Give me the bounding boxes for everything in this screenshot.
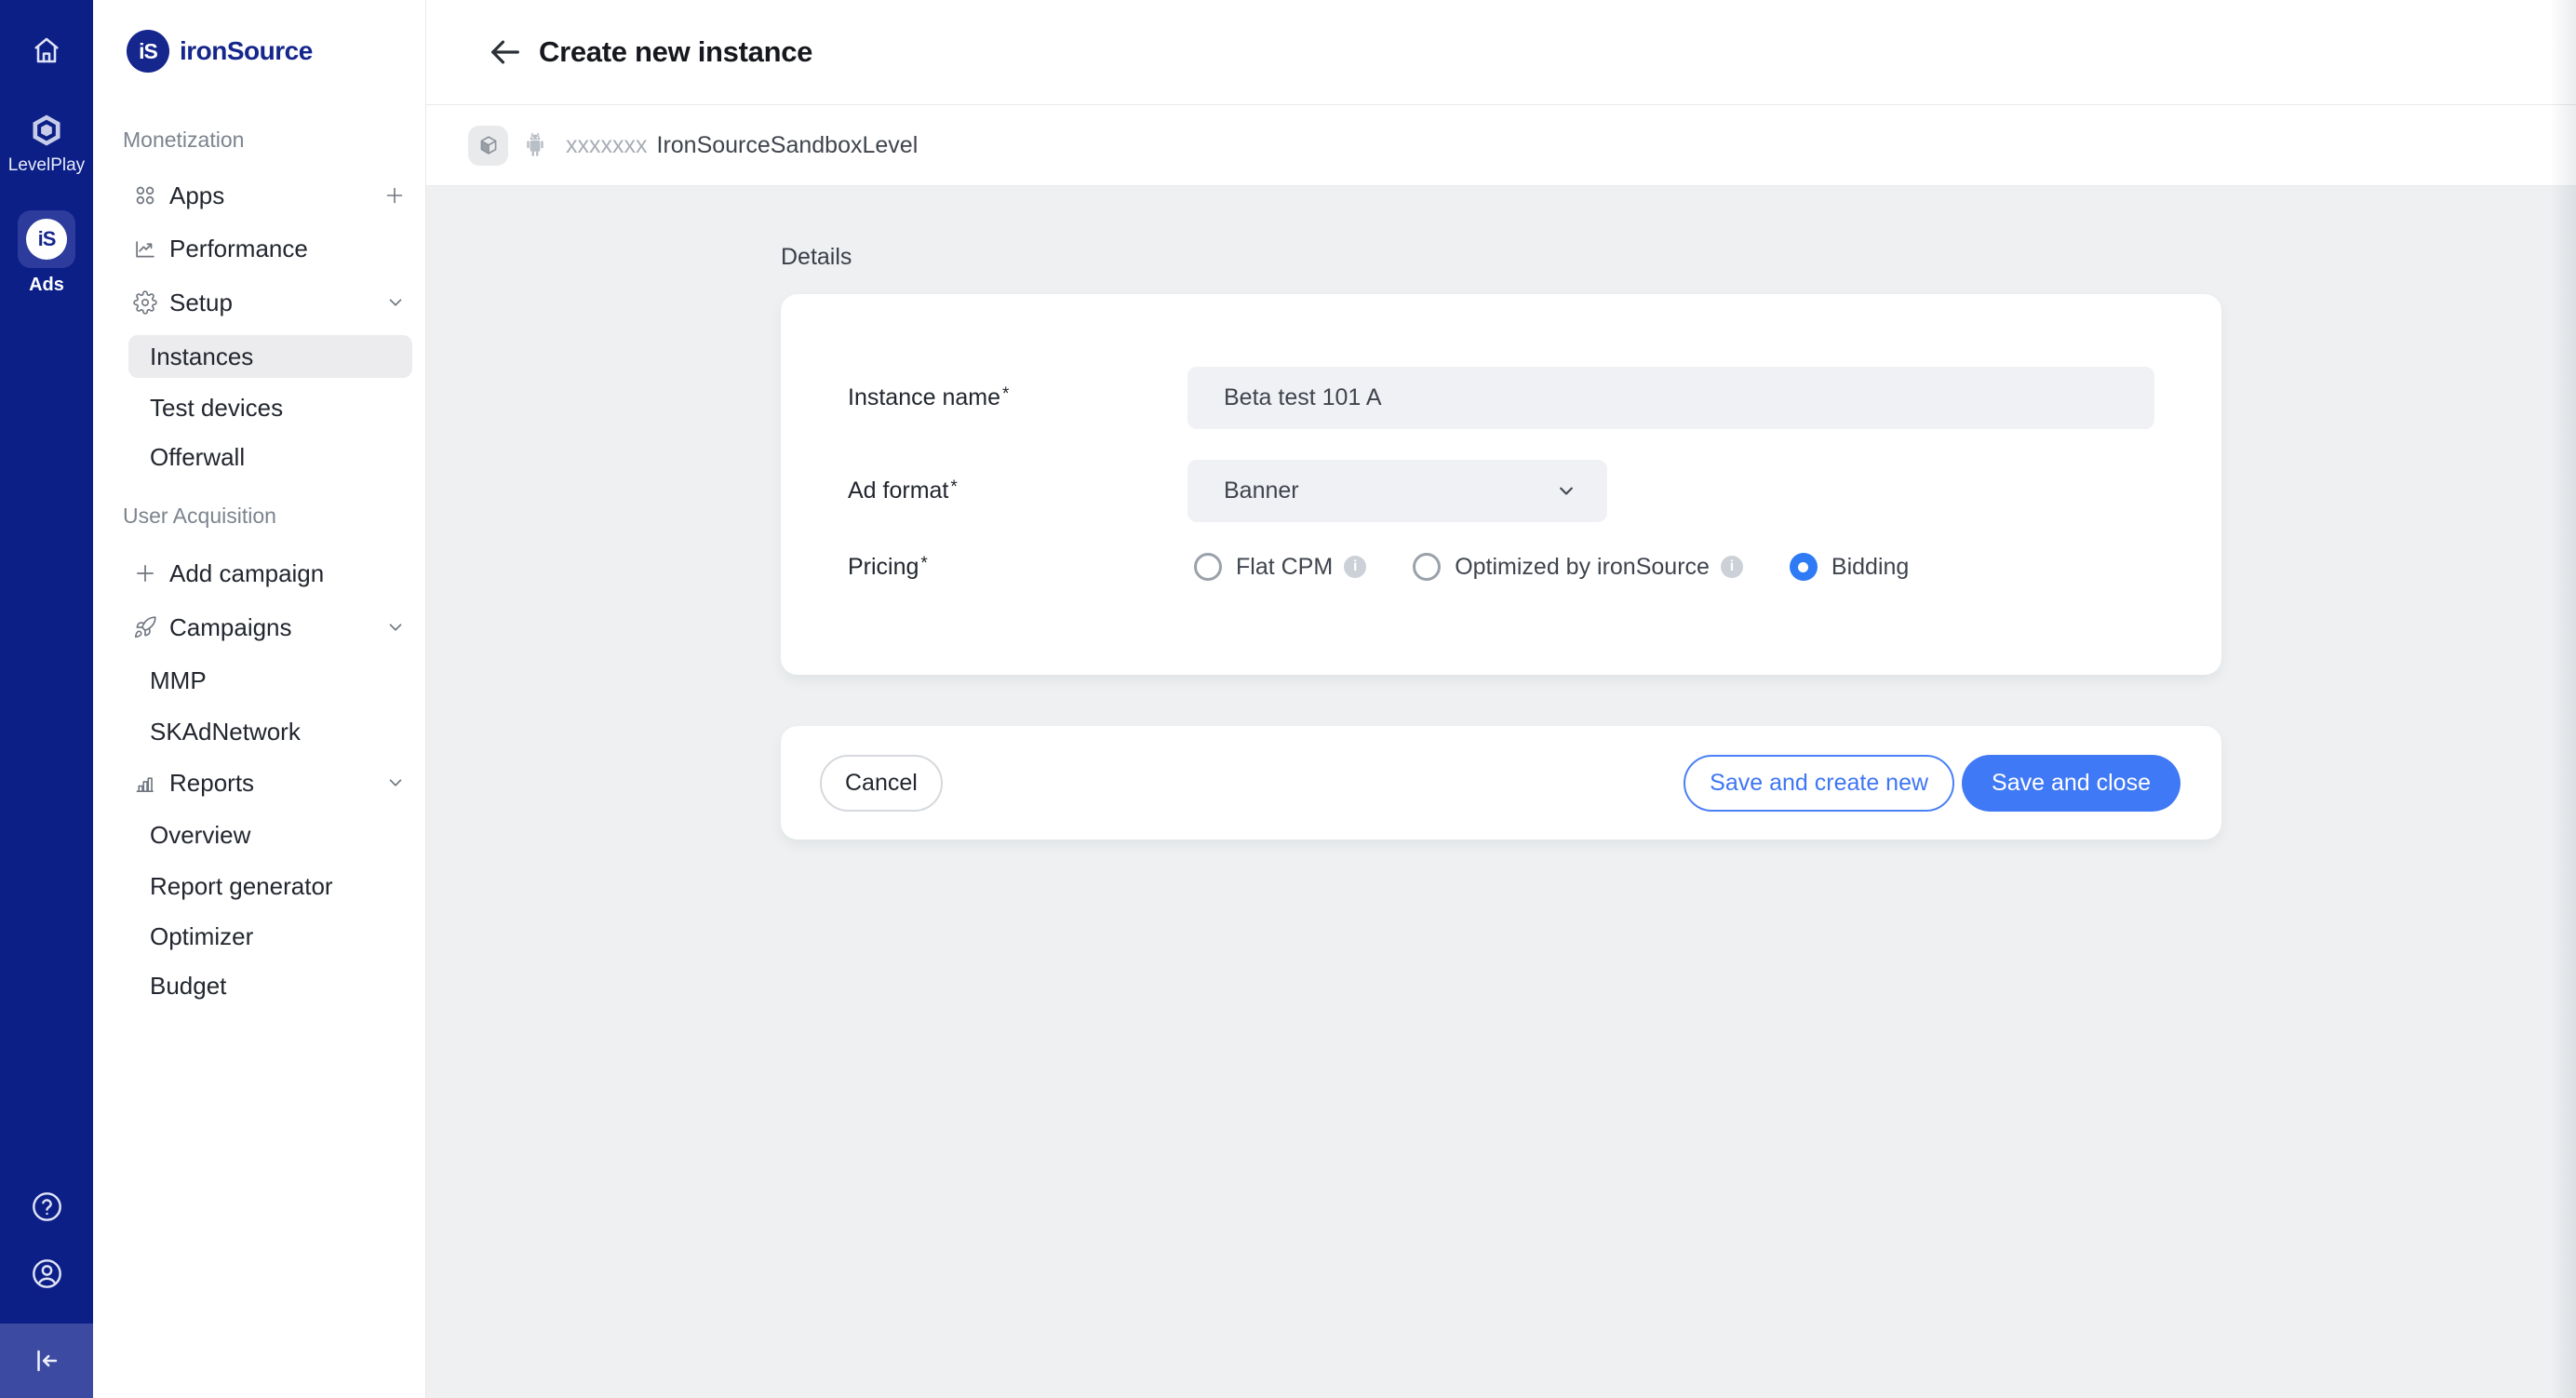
back-arrow-button[interactable] xyxy=(487,34,524,71)
ironsource-monogram-icon: iS xyxy=(26,219,67,260)
ad-format-select[interactable]: Banner xyxy=(1187,460,1607,522)
sidebar-item-performance[interactable]: Performance xyxy=(93,228,424,269)
sidebar-item-report-generator[interactable]: Report generator xyxy=(93,866,424,907)
page-title: Create new instance xyxy=(539,35,812,69)
sidebar-collapse-button[interactable] xyxy=(0,1324,93,1398)
sidebar-item-optimizer[interactable]: Optimizer xyxy=(93,916,424,957)
app-cube-badge xyxy=(468,126,508,166)
content-area: Details Instance name* Ad format* Banner… xyxy=(426,186,2576,840)
brand-wordmark: ironSource xyxy=(180,36,313,66)
radio-unselected-icon[interactable] xyxy=(1194,553,1222,581)
sidebar-item-reports[interactable]: Reports xyxy=(93,762,424,803)
performance-chart-icon xyxy=(133,236,157,261)
rail-levelplay-label: LevelPlay xyxy=(8,155,85,176)
ad-format-selected-value: Banner xyxy=(1224,477,1299,504)
sidebar-item-campaigns[interactable]: Campaigns xyxy=(93,607,424,648)
plus-icon xyxy=(133,561,157,585)
chevron-down-icon[interactable] xyxy=(385,292,406,313)
details-section-title: Details xyxy=(781,244,2576,271)
add-app-plus-icon[interactable] xyxy=(383,184,406,207)
details-card: Instance name* Ad format* Banner Pricing… xyxy=(781,294,2221,675)
chevron-down-icon[interactable] xyxy=(385,773,406,793)
levelplay-unity-icon xyxy=(28,112,65,149)
sidebar-item-skadnetwork[interactable]: SKAdNetwork xyxy=(93,711,424,752)
sidebar-item-instances[interactable]: Instances xyxy=(93,335,424,378)
save-and-close-button[interactable]: Save and close xyxy=(1962,755,2180,812)
sidebar-item-apps[interactable]: Apps xyxy=(93,175,424,216)
save-and-create-new-button[interactable]: Save and create new xyxy=(1684,755,1954,812)
info-icon[interactable]: i xyxy=(1344,556,1366,578)
pricing-option-flat-cpm[interactable]: Flat CPM i xyxy=(1194,553,1366,581)
app-name: IronSourceSandboxLevel xyxy=(657,132,919,159)
required-asterisk: * xyxy=(950,477,957,497)
chevron-down-icon[interactable] xyxy=(385,617,406,638)
apps-grid-icon xyxy=(133,183,157,208)
app-rail: LevelPlay iS Ads xyxy=(0,0,93,1398)
radio-unselected-icon[interactable] xyxy=(1413,553,1441,581)
app-context-bar[interactable]: xxxxxxx IronSourceSandboxLevel xyxy=(426,105,2576,186)
rail-profile-button[interactable] xyxy=(0,1257,93,1291)
actions-card: Cancel Save and create new Save and clos… xyxy=(781,726,2221,840)
rail-levelplay-button[interactable]: LevelPlay xyxy=(0,112,93,176)
instance-name-label: Instance name* xyxy=(848,384,1187,411)
help-icon xyxy=(30,1190,64,1224)
chevron-down-icon xyxy=(1557,485,1576,498)
section-header-user-acquisition: User Acquisition xyxy=(123,504,276,529)
ad-format-label: Ad format* xyxy=(848,477,1187,504)
app-id-masked: xxxxxxx xyxy=(566,132,648,159)
pricing-label: Pricing* xyxy=(848,554,1187,581)
sidebar-item-mmp[interactable]: MMP xyxy=(93,660,424,701)
pricing-row: Pricing* Flat CPM i Optimized by ironSou… xyxy=(1187,553,2154,581)
android-platform-icon xyxy=(521,130,549,160)
pricing-option-bidding[interactable]: Bidding xyxy=(1790,553,1909,581)
home-icon xyxy=(30,34,63,67)
brand-logo: iS ironSource xyxy=(127,30,313,73)
sidebar-item-offerwall[interactable]: Offerwall xyxy=(93,437,424,477)
main-area: Create new instance xxxxxxx I xyxy=(426,0,2576,1398)
rocket-icon xyxy=(133,615,157,639)
rail-ads-label: Ads xyxy=(29,275,64,296)
page-header: Create new instance xyxy=(426,0,2576,105)
sidebar-item-add-campaign[interactable]: Add campaign xyxy=(93,553,424,594)
rail-home-button[interactable] xyxy=(0,34,93,67)
required-asterisk: * xyxy=(1002,384,1009,404)
pricing-option-optimized[interactable]: Optimized by ironSource i xyxy=(1413,553,1743,581)
rail-help-button[interactable] xyxy=(0,1190,93,1224)
ad-format-row: Ad format* Banner xyxy=(848,460,2154,522)
user-profile-icon xyxy=(30,1257,64,1291)
sidebar-item-setup[interactable]: Setup xyxy=(93,282,424,323)
instance-name-input[interactable] xyxy=(1187,367,2154,429)
cancel-button[interactable]: Cancel xyxy=(820,755,943,812)
collapse-left-icon xyxy=(31,1345,62,1377)
gear-icon xyxy=(133,290,157,315)
info-icon[interactable]: i xyxy=(1721,556,1743,578)
radio-selected-icon[interactable] xyxy=(1790,553,1818,581)
navigation-sidebar: iS ironSource Monetization Apps Performa… xyxy=(93,0,426,1398)
section-header-monetization: Monetization xyxy=(123,128,244,153)
sidebar-item-overview[interactable]: Overview xyxy=(93,814,424,855)
ads-active-tile: iS xyxy=(18,210,75,268)
bar-chart-icon xyxy=(133,771,157,795)
required-asterisk: * xyxy=(920,554,927,573)
ironsource-logo-icon: iS xyxy=(127,30,169,73)
rail-ads-button[interactable]: iS Ads xyxy=(0,210,93,296)
sidebar-item-test-devices[interactable]: Test devices xyxy=(93,387,424,428)
sidebar-item-budget[interactable]: Budget xyxy=(93,965,424,1006)
instance-name-row: Instance name* xyxy=(848,367,2154,429)
